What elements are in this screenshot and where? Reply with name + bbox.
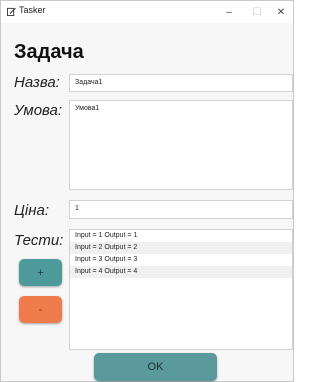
maximize-button[interactable]: ☐ bbox=[245, 1, 269, 23]
name-label: Назва: bbox=[14, 74, 60, 91]
edit-icon bbox=[7, 7, 16, 16]
list-item[interactable]: Input = 3 Output = 3 bbox=[70, 254, 292, 266]
title-bar[interactable]: Tasker – ☐ ✕ bbox=[1, 1, 293, 23]
condition-field[interactable]: Умова1 bbox=[69, 100, 293, 190]
add-test-button[interactable]: + bbox=[19, 259, 62, 286]
page-title: Задача bbox=[14, 41, 84, 63]
close-button[interactable]: ✕ bbox=[269, 1, 293, 23]
remove-test-button[interactable]: - bbox=[19, 296, 62, 323]
condition-label: Умова: bbox=[14, 102, 63, 119]
name-field[interactable]: Задача1 bbox=[69, 74, 293, 92]
ok-button[interactable]: OK bbox=[94, 353, 217, 381]
tests-label: Тести: bbox=[14, 232, 64, 249]
list-item[interactable]: Input = 4 Output = 4 bbox=[70, 266, 292, 278]
price-field[interactable]: 1 bbox=[69, 200, 293, 219]
tasker-window: Tasker – ☐ ✕ Задача Назва: Задача1 Умова… bbox=[0, 0, 294, 382]
list-item[interactable]: Input = 2 Output = 2 bbox=[70, 242, 292, 254]
window-title: Tasker bbox=[19, 5, 46, 15]
minimize-button[interactable]: – bbox=[217, 1, 241, 23]
price-label: Ціна: bbox=[14, 202, 50, 219]
tests-list[interactable]: Input = 1 Output = 1 Input = 2 Output = … bbox=[69, 229, 293, 350]
list-item[interactable]: Input = 1 Output = 1 bbox=[70, 230, 292, 242]
